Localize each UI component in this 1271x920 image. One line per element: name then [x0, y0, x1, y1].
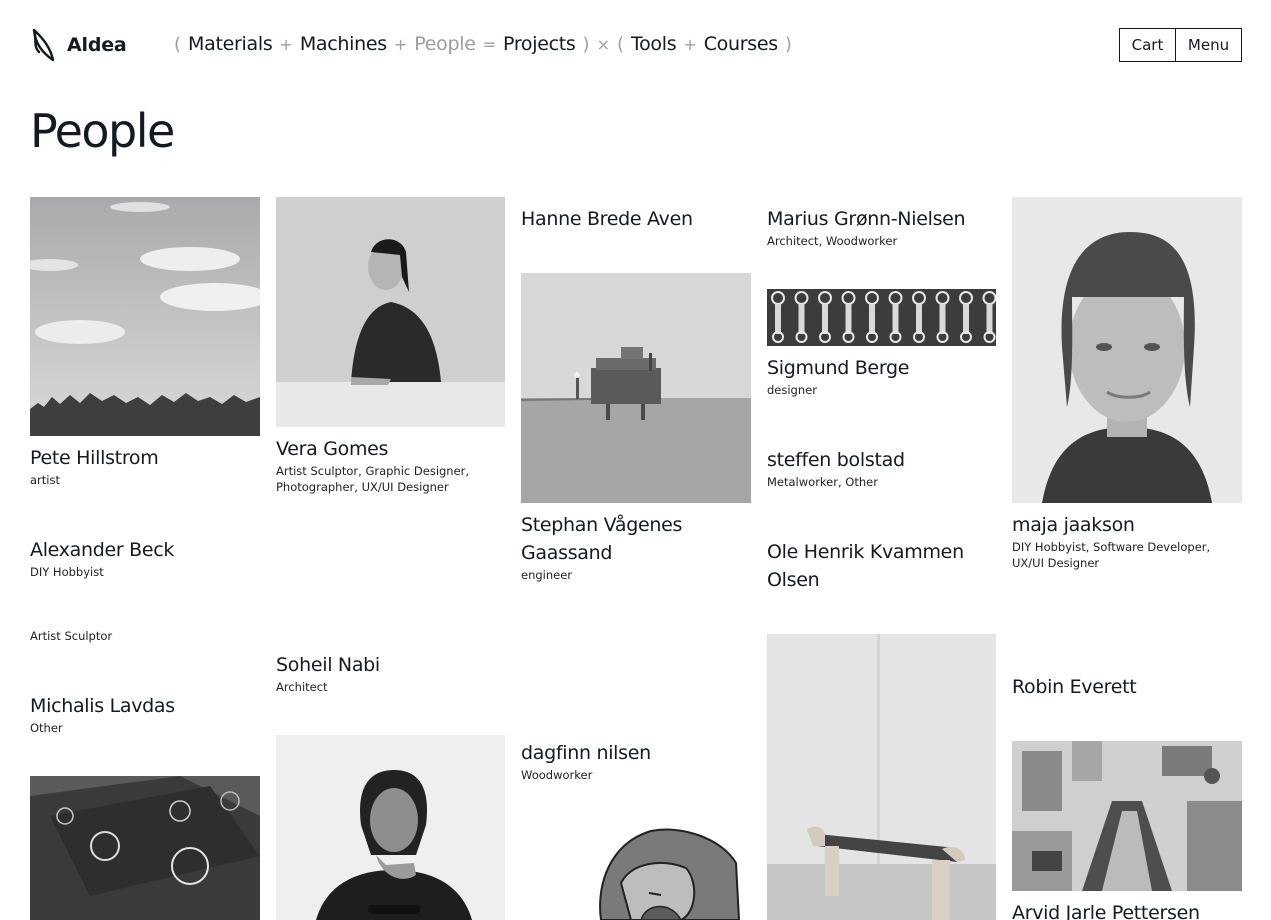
- woman-photo-image: [276, 735, 505, 920]
- person-role: Architect: [276, 680, 328, 694]
- nav-item-machines[interactable]: Machines: [300, 33, 387, 55]
- person-name[interactable]: Stephan Vågenes Gaassand: [521, 511, 751, 567]
- nav-close-paren: ): [582, 34, 590, 55]
- person-photo-portrait[interactable]: [276, 197, 505, 427]
- person-role: DIY Hobbyist, Software Developer, UX/UI …: [1012, 540, 1211, 570]
- person-photo-papers[interactable]: [30, 776, 260, 920]
- person-photo-collage[interactable]: [1012, 741, 1242, 891]
- nav-item-materials[interactable]: Materials: [188, 33, 273, 55]
- person-name[interactable]: maja jaakson: [1012, 511, 1135, 539]
- person-role: designer: [767, 383, 817, 397]
- person-name[interactable]: Sigmund Berge: [767, 354, 909, 382]
- person-name[interactable]: Ole Henrik Kvammen Olsen: [767, 538, 997, 594]
- person-role: Woodworker: [521, 768, 593, 782]
- bench-photo-image: [767, 634, 996, 920]
- person-photo-maja[interactable]: [1012, 197, 1242, 503]
- nav-open-paren: (: [174, 34, 182, 55]
- logo-text: Aldea: [67, 34, 127, 56]
- person-name[interactable]: Robin Everett: [1012, 673, 1137, 701]
- person-role: Artist Sculptor, Graphic Designer, Photo…: [276, 464, 470, 494]
- nav-item-tools[interactable]: Tools: [631, 33, 677, 55]
- person-name[interactable]: Alexander Beck: [30, 536, 174, 564]
- portrait-photo-image: [276, 197, 505, 427]
- person-name[interactable]: Hanne Brede Aven: [521, 205, 693, 233]
- cartoon-illustration-image: [521, 823, 751, 920]
- portrait-photo-image: [1012, 197, 1242, 503]
- sky-photo-image: [30, 197, 260, 436]
- person-name[interactable]: Michalis Lavdas: [30, 692, 175, 720]
- nav-close-paren: ): [784, 34, 792, 55]
- cart-button[interactable]: Cart: [1120, 29, 1176, 61]
- person-name[interactable]: steffen bolstad: [767, 446, 905, 474]
- person-role: artist: [30, 473, 60, 487]
- person-name[interactable]: Vera Gomes: [276, 435, 388, 463]
- nav-item-courses[interactable]: Courses: [704, 33, 778, 55]
- collage-artwork-image: [1012, 741, 1242, 891]
- page-title: People: [30, 104, 175, 158]
- person-role: Metalworker, Other: [767, 475, 878, 489]
- person-role: Other: [30, 721, 63, 735]
- leaf-logo-icon: [32, 28, 55, 62]
- nav-item-projects[interactable]: Projects: [503, 33, 576, 55]
- person-name[interactable]: Soheil Nabi: [276, 651, 380, 679]
- person-photo-platform[interactable]: [521, 273, 751, 503]
- person-photo-sky[interactable]: [30, 197, 260, 436]
- person-name[interactable]: Marius Grønn-Nielsen: [767, 205, 966, 233]
- nav-op-plus: +: [279, 35, 293, 54]
- papers-photo-image: [30, 776, 260, 920]
- person-role: DIY Hobbyist: [30, 565, 104, 579]
- person-name[interactable]: dagfinn nilsen: [521, 739, 651, 767]
- nav-op-plus: +: [683, 35, 697, 54]
- person-photo-bench[interactable]: [767, 634, 996, 920]
- nav-op-plus: +: [393, 35, 408, 54]
- person-illustration[interactable]: [521, 823, 751, 920]
- nav-item-people[interactable]: People: [414, 33, 476, 55]
- person-role: engineer: [521, 568, 573, 582]
- person-photo-woman[interactable]: [276, 735, 505, 920]
- oil-platform-photo-image: [521, 273, 751, 503]
- person-photo-parts[interactable]: [767, 289, 996, 346]
- nav-op-equals: =: [482, 35, 497, 54]
- person-name[interactable]: Arvid Jarle Pettersen: [1012, 899, 1200, 920]
- metal-parts-photo-image: [767, 289, 996, 346]
- menu-button[interactable]: Menu: [1176, 29, 1241, 61]
- main-nav: ( Materials + Machines + People = Projec…: [174, 33, 792, 55]
- logo-link[interactable]: Aldea: [31, 28, 127, 62]
- person-name[interactable]: Pete Hillstrom: [30, 444, 159, 472]
- nav-open-paren: (: [616, 34, 624, 55]
- nav-op-times: ×: [596, 35, 610, 54]
- person-role: Artist Sculptor: [30, 629, 113, 643]
- person-role: Architect, Woodworker: [767, 234, 898, 248]
- header-actions: Cart Menu: [1119, 28, 1242, 62]
